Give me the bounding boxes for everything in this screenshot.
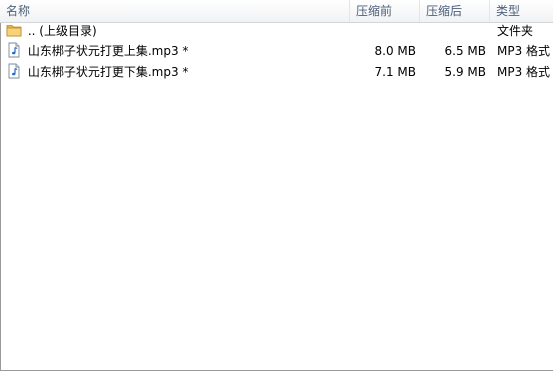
column-header-size[interactable]: 压缩前 (350, 0, 420, 22)
list-item-size: 8.0 MB (374, 44, 416, 58)
audio-file-icon (8, 42, 20, 58)
list-item-size: 7.1 MB (374, 65, 416, 79)
list-item-name-cell: 山东梆子状元打更下集.mp3 * (6, 62, 346, 83)
audio-file-icon (8, 63, 20, 79)
list-item-packed-size (420, 21, 486, 42)
list-item-name-cell: .. (上级目录) (6, 21, 346, 42)
column-header-name[interactable]: 名称 (0, 0, 350, 22)
list-item-type: MP3 格式 (497, 44, 551, 58)
list-item-file[interactable]: 山东梆子状元打更上集.mp3 * 8.0 MB 6.5 MB MP3 格式 (0, 41, 553, 62)
list-item-size (350, 21, 416, 42)
list-item-name-cell: 山东梆子状元打更上集.mp3 * (6, 41, 346, 62)
folder-icon (6, 25, 22, 37)
list-item-packed-size: 6.5 MB (444, 44, 486, 58)
list-item-parent-directory[interactable]: .. (上级目录) 文件夹 (0, 21, 553, 42)
list-item-name: 山东梆子状元打更下集.mp3 * (27, 65, 189, 79)
list-item-type: 文件夹 (497, 24, 534, 38)
list-item-name: 山东梆子状元打更上集.mp3 * (27, 44, 189, 58)
list-item-file[interactable]: 山东梆子状元打更下集.mp3 * 7.1 MB 5.9 MB MP3 格式 (0, 62, 553, 83)
list-item-name: .. (上级目录) (27, 24, 97, 38)
list-item-packed-size: 5.9 MB (444, 65, 486, 79)
column-header-type[interactable]: 类型 (490, 0, 553, 22)
column-header-bar: 名称 压缩前 压缩后 类型 (0, 0, 553, 23)
column-header-packed[interactable]: 压缩后 (420, 0, 490, 22)
list-item-type: MP3 格式 (497, 65, 551, 79)
